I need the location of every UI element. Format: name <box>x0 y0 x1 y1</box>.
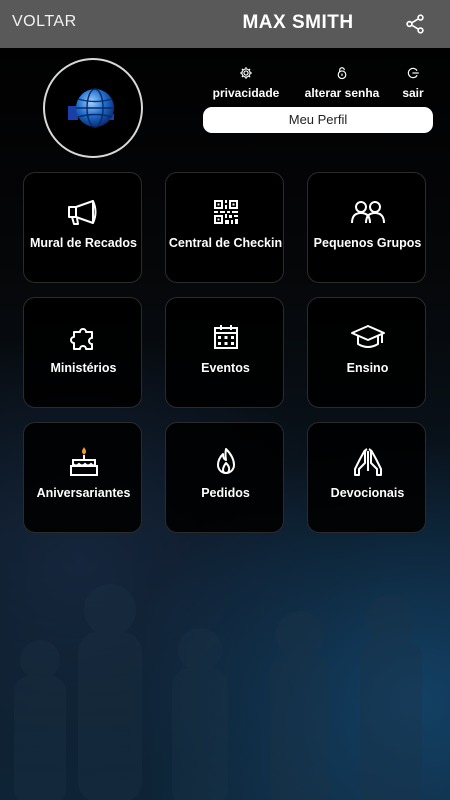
tile-eventos[interactable]: Eventos <box>165 297 284 408</box>
privacy-label: privacidade <box>212 86 280 100</box>
logout-label: sair <box>402 86 424 100</box>
flame-icon <box>216 448 235 474</box>
tile-ministerios[interactable]: Ministérios <box>23 297 142 408</box>
globe-logo <box>68 88 114 128</box>
tile-label: Ensino <box>346 361 389 375</box>
tile-label: Ministérios <box>50 361 117 375</box>
puzzle-icon <box>69 328 93 350</box>
tile-central-de-checkin[interactable]: Central de Checkin <box>165 172 284 283</box>
people-icon <box>350 201 385 224</box>
logout-icon <box>407 67 419 79</box>
tile-pequenos-grupos[interactable]: Pequenos Grupos <box>307 172 426 283</box>
tile-devocionais[interactable]: Devocionais <box>307 422 426 533</box>
tile-label: Pequenos Grupos <box>313 236 422 250</box>
tile-mural-de-recados[interactable]: Mural de Recados <box>23 172 142 283</box>
change-password-button[interactable]: alterar senha <box>303 66 381 102</box>
change-password-label: alterar senha <box>304 86 380 100</box>
tile-ensino[interactable]: Ensino <box>307 297 426 408</box>
share-icon[interactable] <box>404 13 426 35</box>
tile-label: Aniversariantes <box>36 486 131 500</box>
my-profile-button[interactable]: Meu Perfil <box>203 107 433 133</box>
tile-label: Eventos <box>201 361 250 375</box>
tile-label: Devocionais <box>330 486 405 500</box>
graduation-cap-icon <box>350 325 385 348</box>
back-button[interactable]: VOLTAR <box>12 13 77 31</box>
tile-pedidos[interactable]: Pedidos <box>165 422 284 533</box>
tile-label: Central de Checkin <box>168 236 283 250</box>
gear-icon <box>240 67 252 79</box>
avatar[interactable] <box>43 58 143 158</box>
page-title: MAX SMITH <box>242 12 354 33</box>
megaphone-icon <box>67 200 96 225</box>
top-bar: VOLTAR MAX SMITH <box>0 0 450 48</box>
praying-hands-icon <box>353 448 382 476</box>
background-crowd-image <box>14 584 422 800</box>
tile-label: Pedidos <box>201 486 250 500</box>
lock-icon <box>337 67 347 80</box>
calendar-icon <box>213 325 238 349</box>
cake-icon <box>69 447 98 476</box>
qr-code-icon <box>213 200 238 224</box>
logout-button[interactable]: sair <box>400 66 426 102</box>
tile-aniversariantes[interactable]: Aniversariantes <box>23 422 142 533</box>
privacy-button[interactable]: privacidade <box>212 66 280 102</box>
tile-label: Mural de Recados <box>30 236 137 250</box>
